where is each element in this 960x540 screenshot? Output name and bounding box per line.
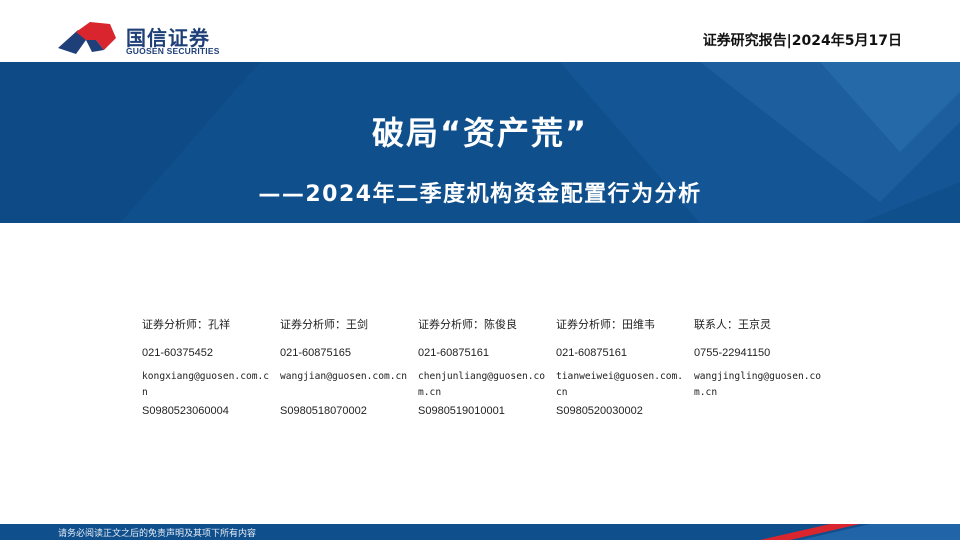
- analyst-phone: 021-60875161: [556, 347, 627, 359]
- footer-accent-stripe: [760, 524, 960, 540]
- analyst-role: 证券分析师：田维韦: [556, 318, 655, 331]
- contact-card: 联系人：王京灵 0755-22941150 wangjingling@guose…: [694, 316, 830, 398]
- analyst-cert-number: S0980518070002: [280, 405, 367, 417]
- report-subtitle: ——2024年二季度机构资金配置行为分析: [258, 182, 702, 207]
- analyst-cert-number: S0980520030002: [556, 405, 643, 417]
- analyst-role: 证券分析师：孔祥: [142, 318, 230, 331]
- analyst-card: 证券分析师：田维韦 021-60875161 tianweiwei@guosen…: [556, 316, 692, 417]
- analyst-cert-number: S0980523060004: [142, 405, 229, 417]
- contact-phone: 0755-22941150: [694, 347, 771, 359]
- report-title: 破局“资产荒”: [371, 114, 589, 152]
- footer-disclaimer: 请务必阅读正文之后的免责声明及其项下所有内容: [58, 529, 257, 539]
- logo-en-text: GUOSEN SECURITIES: [126, 46, 220, 56]
- analyst-role: 证券分析师：王剑: [280, 318, 368, 331]
- analyst-phone: 021-60875161: [418, 347, 489, 359]
- guosen-logo: 国信证券 GUOSEN SECURITIES: [56, 20, 219, 60]
- analyst-phone: 021-60375452: [142, 347, 213, 359]
- contact-email[interactable]: wangjingling@guosen.com.cn: [694, 369, 822, 401]
- analyst-email[interactable]: chenjunliang@guosen.com.cn: [418, 369, 546, 401]
- analyst-card: 证券分析师：陈俊良 021-60875161 chenjunliang@guos…: [418, 316, 554, 417]
- analyst-email[interactable]: kongxiang@guosen.com.cn: [142, 369, 270, 401]
- analyst-card: 证券分析师：王剑 021-60875165 wangjian@guosen.co…: [280, 316, 416, 417]
- analyst-phone: 021-60875165: [280, 347, 351, 359]
- title-banner: 破局“资产荒” ——2024年二季度机构资金配置行为分析: [0, 62, 960, 223]
- analyst-list: 证券分析师：孔祥 021-60375452 kongxiang@guosen.c…: [142, 316, 862, 426]
- analyst-cert-number: S0980519010001: [418, 405, 505, 417]
- report-type-date: 证券研究报告|2024年5月17日: [702, 33, 902, 49]
- analyst-role: 证券分析师：陈俊良: [418, 318, 517, 331]
- analyst-card: 证券分析师：孔祥 021-60375452 kongxiang@guosen.c…: [142, 316, 278, 417]
- contact-role: 联系人：王京灵: [694, 318, 771, 331]
- page-header: 国信证券 GUOSEN SECURITIES 证券研究报告|2024年5月17日: [0, 0, 960, 62]
- guosen-logo-mark-icon: [58, 22, 116, 54]
- analyst-email[interactable]: wangjian@guosen.com.cn: [280, 369, 408, 385]
- page-footer: 请务必阅读正文之后的免责声明及其项下所有内容: [0, 524, 960, 540]
- analyst-email[interactable]: tianweiwei@guosen.com.cn: [556, 369, 684, 401]
